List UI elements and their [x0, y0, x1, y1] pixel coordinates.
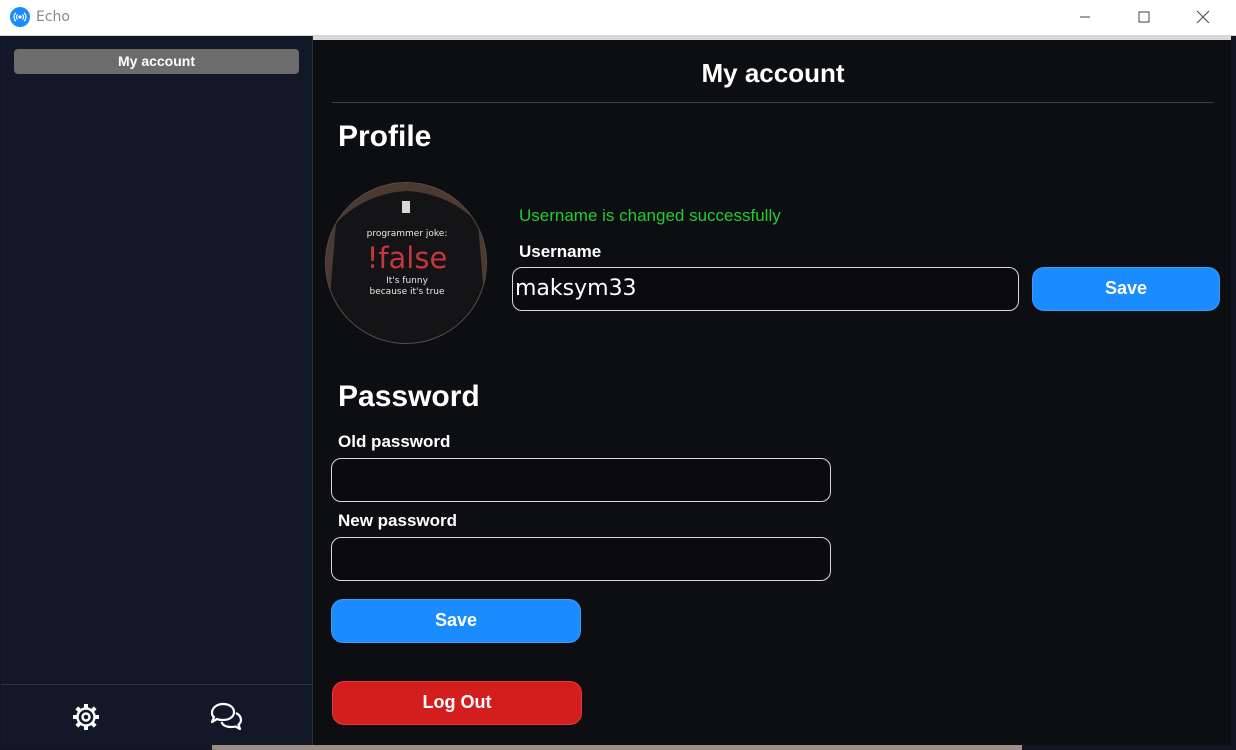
username-label: Username: [519, 242, 602, 261]
title-bar: Echo: [0, 0, 1236, 36]
avatar-caption-sub1: It's funny: [386, 276, 428, 286]
sidebar: My account: [1, 36, 313, 749]
app-logo-icon: [10, 7, 30, 27]
old-password-label: Old password: [338, 432, 451, 451]
password-heading: Password: [338, 380, 480, 413]
username-input[interactable]: maksym33: [512, 267, 1019, 311]
window-title: Echo: [36, 9, 70, 25]
page-title: My account: [701, 58, 845, 88]
avatar[interactable]: programmer joke: !false It's funny becau…: [325, 182, 487, 344]
save-username-button[interactable]: Save: [1032, 267, 1220, 311]
chats-button[interactable]: [209, 700, 243, 734]
sidebar-footer: [1, 684, 312, 749]
save-password-button[interactable]: Save: [331, 599, 581, 643]
maximize-icon: [1138, 11, 1150, 23]
title-divider: [332, 102, 1214, 103]
sidebar-item-my-account[interactable]: My account: [14, 49, 299, 74]
close-button[interactable]: [1180, 0, 1226, 34]
logout-button[interactable]: Log Out: [332, 681, 582, 725]
minimize-button[interactable]: [1062, 0, 1108, 34]
maximize-button[interactable]: [1121, 0, 1167, 34]
new-password-input[interactable]: [331, 537, 831, 581]
avatar-image: programmer joke: !false It's funny becau…: [326, 183, 486, 343]
minimize-icon: [1080, 16, 1090, 18]
chat-bubbles-icon: [210, 702, 243, 731]
profile-heading: Profile: [338, 120, 432, 153]
avatar-caption-top: programmer joke:: [367, 229, 448, 239]
main-panel: My account Profile programmer joke: !fal…: [313, 36, 1231, 745]
gear-icon: [73, 704, 99, 730]
new-password-label: New password: [338, 511, 458, 530]
avatar-caption-main: !false: [367, 241, 448, 275]
settings-button[interactable]: [69, 700, 103, 734]
close-icon: [1196, 10, 1210, 24]
avatar-caption-sub2: because it's true: [369, 287, 444, 297]
old-password-input[interactable]: [331, 458, 831, 502]
username-success-message: Username is changed successfully: [519, 206, 781, 225]
background-image-strip: [212, 745, 1022, 750]
